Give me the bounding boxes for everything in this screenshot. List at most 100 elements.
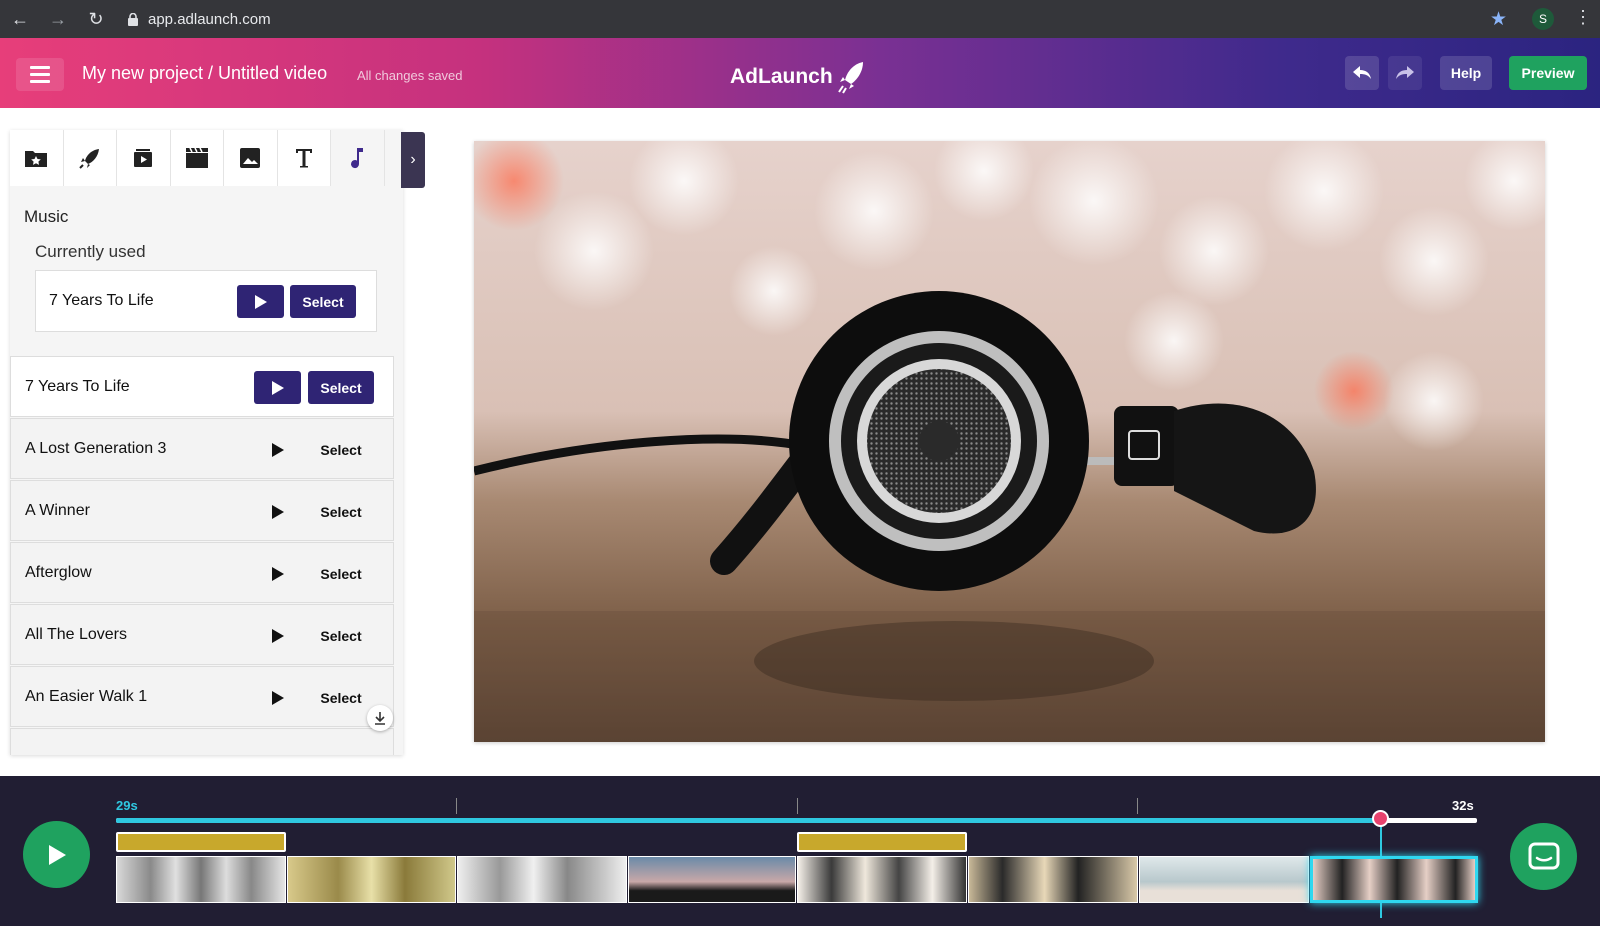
play-icon	[271, 566, 284, 581]
current-song-play-button[interactable]	[237, 285, 284, 318]
play-icon	[271, 690, 284, 705]
current-song-card: 7 Years To Life Select	[35, 270, 377, 332]
playhead-handle[interactable]	[1372, 810, 1389, 827]
timeline-clip[interactable]	[116, 856, 286, 903]
bookmark-star-icon[interactable]: ★	[1490, 8, 1507, 31]
song-play-button[interactable]	[254, 557, 301, 590]
timeline-clip[interactable]	[628, 856, 796, 903]
app-header: My new project / Untitled video All chan…	[0, 38, 1600, 108]
song-row-partial	[10, 728, 394, 755]
song-play-button[interactable]	[254, 681, 301, 714]
text-icon	[295, 149, 312, 168]
timeline-tick	[1137, 798, 1138, 814]
headphones-photo	[474, 141, 1545, 742]
address-bar[interactable]: app.adlaunch.com	[128, 11, 271, 28]
tab-templates[interactable]	[63, 130, 117, 186]
play-icon	[48, 844, 66, 865]
project-title[interactable]: My new project / Untitled video	[82, 63, 327, 84]
tab-favorites[interactable]	[10, 130, 64, 186]
lock-icon	[128, 12, 138, 26]
song-name: All The Lovers	[25, 626, 127, 643]
panel-tabs	[10, 130, 403, 186]
timeline-clip-selected[interactable]	[1310, 856, 1478, 903]
song-name: Afterglow	[25, 564, 92, 581]
song-name: 7 Years To Life	[25, 378, 130, 395]
song-select-button[interactable]: Select	[308, 557, 374, 590]
song-row[interactable]: A Winner Select	[10, 480, 394, 541]
timeline-clip[interactable]	[457, 856, 627, 903]
tab-images[interactable]	[224, 130, 278, 186]
rocket-icon	[79, 149, 99, 169]
current-song-name: 7 Years To Life	[49, 292, 154, 309]
play-icon	[254, 294, 267, 309]
preview-button[interactable]: Preview	[1509, 56, 1587, 90]
brand-logo: AdLaunch	[730, 60, 867, 94]
hamburger-menu-icon[interactable]	[16, 58, 64, 91]
tab-music[interactable]	[331, 130, 385, 186]
save-status: All changes saved	[357, 68, 463, 83]
rocket-logo-icon	[837, 62, 863, 94]
song-row[interactable]: Afterglow Select	[10, 542, 394, 603]
current-song-select-button[interactable]: Select	[290, 285, 356, 318]
redo-icon	[1396, 66, 1414, 79]
song-play-button[interactable]	[254, 619, 301, 652]
play-icon	[271, 628, 284, 643]
currently-used-title: Currently used	[35, 242, 146, 261]
forward-arrow-icon[interactable]: →	[40, 9, 76, 30]
undo-icon	[1353, 66, 1371, 79]
browser-menu-icon[interactable]: ⋮	[1574, 7, 1592, 28]
song-row[interactable]: 7 Years To Life Select	[10, 356, 394, 417]
song-select-button[interactable]: Select	[308, 681, 374, 714]
text-overlay-segment[interactable]	[116, 832, 286, 852]
tabs-next-chevron-icon[interactable]: ›	[401, 132, 425, 188]
song-select-button[interactable]: Select	[308, 433, 374, 466]
timeline-end-label: 32s	[1452, 798, 1474, 813]
timeline-clip[interactable]	[968, 856, 1138, 903]
timeline-tick	[456, 798, 457, 814]
song-play-button[interactable]	[254, 433, 301, 466]
asset-panel: Music Currently used 7 Years To Life Sel…	[10, 130, 403, 755]
play-icon	[271, 380, 284, 395]
reload-icon[interactable]: ↻	[78, 9, 114, 30]
scroll-down-button[interactable]	[367, 705, 393, 731]
url-text: app.adlaunch.com	[148, 10, 271, 28]
redo-button[interactable]	[1388, 56, 1422, 90]
timeline-start-label: 29s	[116, 798, 138, 813]
profile-avatar[interactable]: S	[1532, 8, 1554, 30]
song-play-button[interactable]	[254, 495, 301, 528]
tab-video-library[interactable]	[117, 130, 171, 186]
text-overlay-segment[interactable]	[797, 832, 967, 852]
song-play-button[interactable]	[254, 371, 301, 404]
chat-button[interactable]	[1510, 823, 1577, 890]
brand-name: AdLaunch	[730, 65, 833, 88]
timeline-progress	[116, 818, 1380, 823]
timeline-clip[interactable]	[287, 856, 456, 903]
song-select-button[interactable]: Select	[308, 619, 374, 652]
timeline-play-button[interactable]	[23, 821, 90, 888]
tab-text[interactable]	[277, 130, 331, 186]
video-preview[interactable]	[474, 141, 1545, 742]
video-library-icon	[134, 149, 153, 167]
help-button[interactable]: Help	[1440, 56, 1492, 90]
song-row[interactable]: An Easier Walk 1 Select	[10, 666, 394, 727]
timeline-clip[interactable]	[797, 856, 967, 903]
timeline-clip[interactable]	[1139, 856, 1309, 903]
play-icon	[271, 504, 284, 519]
download-arrow-icon	[375, 712, 385, 725]
section-title: Music	[24, 207, 69, 226]
film-clapper-icon	[185, 147, 208, 168]
song-row[interactable]: All The Lovers Select	[10, 604, 394, 665]
undo-button[interactable]	[1345, 56, 1379, 90]
music-note-icon	[351, 148, 364, 169]
timeline-tick	[797, 798, 798, 814]
tab-video-clips[interactable]	[170, 130, 224, 186]
chat-bubble-icon	[1528, 842, 1559, 869]
song-name: A Lost Generation 3	[25, 440, 167, 457]
song-select-button[interactable]: Select	[308, 495, 374, 528]
back-arrow-icon[interactable]: ←	[2, 9, 38, 30]
browser-toolbar: ← → ↻ app.adlaunch.com ★ S ⋮	[0, 0, 1600, 38]
song-name: A Winner	[25, 502, 90, 519]
song-row[interactable]: A Lost Generation 3 Select	[10, 418, 394, 479]
favorites-folder-icon	[25, 151, 48, 167]
song-select-button[interactable]: Select	[308, 371, 374, 404]
